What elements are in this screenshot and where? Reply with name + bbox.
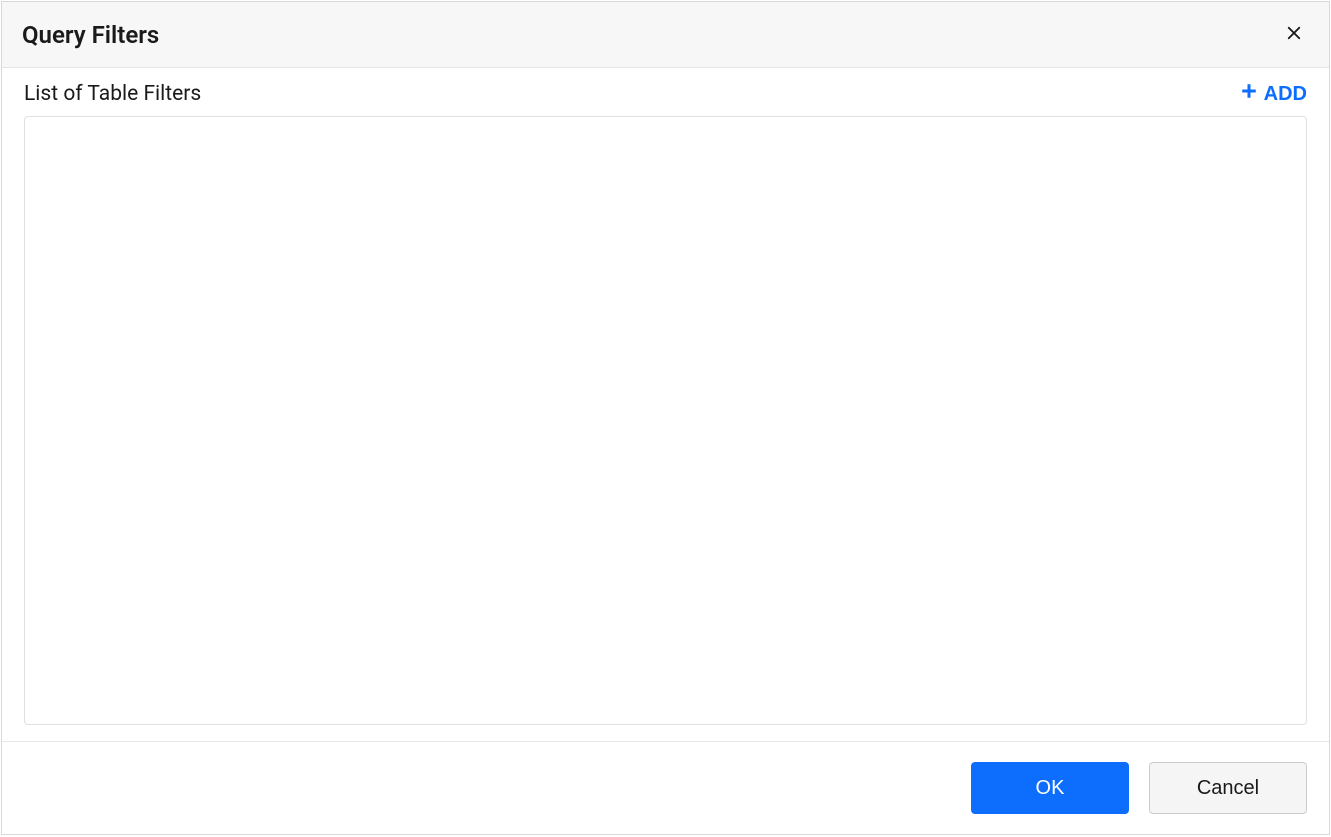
- query-filters-dialog: Query Filters List of Table Filters A: [1, 1, 1330, 835]
- filter-list-box[interactable]: [24, 116, 1307, 725]
- add-filter-label: ADD: [1264, 83, 1307, 106]
- ok-button[interactable]: OK: [971, 762, 1129, 814]
- dialog-footer: OK Cancel: [2, 741, 1329, 834]
- plus-icon: [1240, 82, 1258, 106]
- dialog-title: Query Filters: [22, 21, 159, 49]
- close-button[interactable]: [1281, 20, 1307, 49]
- add-filter-button[interactable]: ADD: [1240, 82, 1307, 106]
- cancel-button[interactable]: Cancel: [1149, 762, 1307, 814]
- filter-list-header: List of Table Filters ADD: [24, 82, 1307, 106]
- filter-list-label: List of Table Filters: [24, 82, 201, 106]
- dialog-body: List of Table Filters ADD: [2, 68, 1329, 741]
- close-icon: [1285, 24, 1303, 45]
- dialog-header: Query Filters: [2, 2, 1329, 68]
